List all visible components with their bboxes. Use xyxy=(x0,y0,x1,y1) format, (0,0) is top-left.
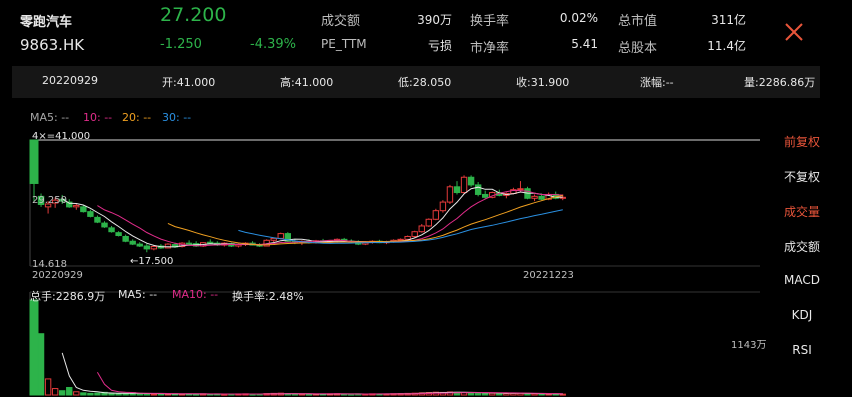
candle-body xyxy=(150,246,158,250)
candle-body xyxy=(418,225,425,233)
menu-kdj[interactable]: KDJ xyxy=(772,308,832,322)
candle-body xyxy=(277,233,284,239)
volume-bar xyxy=(29,299,39,396)
candle-body xyxy=(460,176,468,194)
candle-body xyxy=(129,240,136,245)
volume-bar xyxy=(94,392,101,396)
volume-bar xyxy=(482,392,489,396)
candle-body xyxy=(164,243,172,249)
volume-ma10-line xyxy=(96,372,563,395)
candle-body xyxy=(467,176,475,186)
volume-bar xyxy=(122,393,129,396)
volume-bar xyxy=(80,392,87,396)
price-high-marker: 4×=41.000 xyxy=(32,131,91,142)
menu-macd[interactable]: MACD xyxy=(772,273,832,287)
candle-body xyxy=(439,201,447,212)
volume-bar xyxy=(44,378,52,396)
volume-bar xyxy=(51,388,59,396)
price-low-marker: ←17.500 xyxy=(130,256,174,267)
price-mid-label: 29.250 xyxy=(32,195,67,206)
price-low-label: 14.618 xyxy=(32,259,67,270)
volume-bar xyxy=(143,393,151,396)
volume-bar xyxy=(66,386,73,396)
menu-volume[interactable]: 成交量 xyxy=(772,203,832,220)
candle-body xyxy=(517,188,524,191)
candle-body xyxy=(73,204,80,208)
volume-bar xyxy=(496,392,503,396)
candle-body xyxy=(122,235,129,242)
volume-bar xyxy=(489,392,496,396)
candle-body xyxy=(538,195,545,200)
x-start-date: 20220929 xyxy=(32,270,83,281)
candle-body xyxy=(207,241,214,244)
candle-body xyxy=(432,210,440,220)
candle-body xyxy=(397,238,404,241)
candle-body xyxy=(404,235,411,240)
volume-bar xyxy=(115,393,122,396)
menu-unadjusted[interactable]: 不复权 xyxy=(772,168,832,185)
candle-body xyxy=(411,231,418,237)
volume-ma5-line xyxy=(61,352,563,395)
kline-chart[interactable] xyxy=(0,0,852,397)
candle-body xyxy=(482,193,489,198)
candle-body xyxy=(101,222,108,228)
volume-bar xyxy=(474,392,482,396)
candle-body xyxy=(136,243,143,247)
candle-body xyxy=(108,227,115,233)
menu-turnover[interactable]: 成交额 xyxy=(772,238,832,255)
volume-ma10-legend: MA10: -- xyxy=(172,288,219,301)
candle-body xyxy=(94,216,101,223)
candle-body xyxy=(29,139,39,184)
volume-total-legend: 总手:2286.9万 xyxy=(30,290,106,303)
candle-body xyxy=(80,206,87,213)
candle-body xyxy=(143,245,151,250)
candle-body xyxy=(446,186,454,203)
volume-bar xyxy=(73,391,80,396)
volume-bar xyxy=(87,392,94,396)
volume-bar xyxy=(59,390,66,396)
candle-body xyxy=(453,186,461,194)
volume-turnover-legend: 换手率:2.48% xyxy=(232,290,304,303)
candle-body xyxy=(425,218,433,227)
menu-rsi[interactable]: RSI xyxy=(772,343,832,357)
volume-bar xyxy=(108,392,115,396)
candle-body xyxy=(185,242,193,245)
candle-body xyxy=(87,211,94,217)
candle-body xyxy=(270,237,277,241)
volume-bar xyxy=(150,393,158,396)
volume-ma5-legend: MA5: -- xyxy=(118,288,158,301)
candle-body xyxy=(115,232,122,237)
volume-max-label: 1143万 xyxy=(731,340,767,351)
volume-bar xyxy=(37,333,45,396)
candle-body xyxy=(531,195,538,199)
ma10-line xyxy=(97,189,563,247)
x-end-date: 20221223 xyxy=(523,270,574,281)
ma20-line xyxy=(167,194,563,246)
menu-forward-adjusted[interactable]: 前复权 xyxy=(772,133,832,150)
candle-body xyxy=(474,184,482,195)
